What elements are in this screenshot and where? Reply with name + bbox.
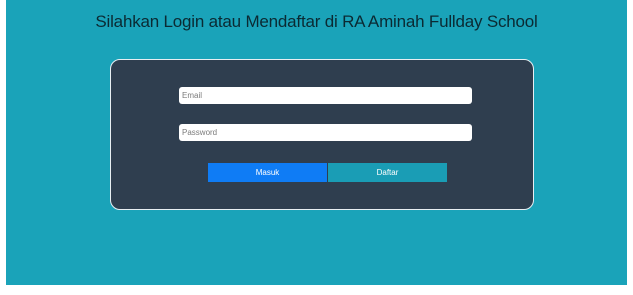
page-background: Silahkan Login atau Mendaftar di RA Amin… — [6, 0, 627, 285]
daftar-button[interactable]: Daftar — [328, 163, 447, 182]
password-field[interactable] — [179, 124, 472, 141]
page-title: Silahkan Login atau Mendaftar di RA Amin… — [95, 12, 538, 31]
email-field[interactable] — [179, 87, 472, 104]
masuk-button[interactable]: Masuk — [208, 163, 327, 182]
login-card: Masuk Daftar — [110, 59, 534, 210]
